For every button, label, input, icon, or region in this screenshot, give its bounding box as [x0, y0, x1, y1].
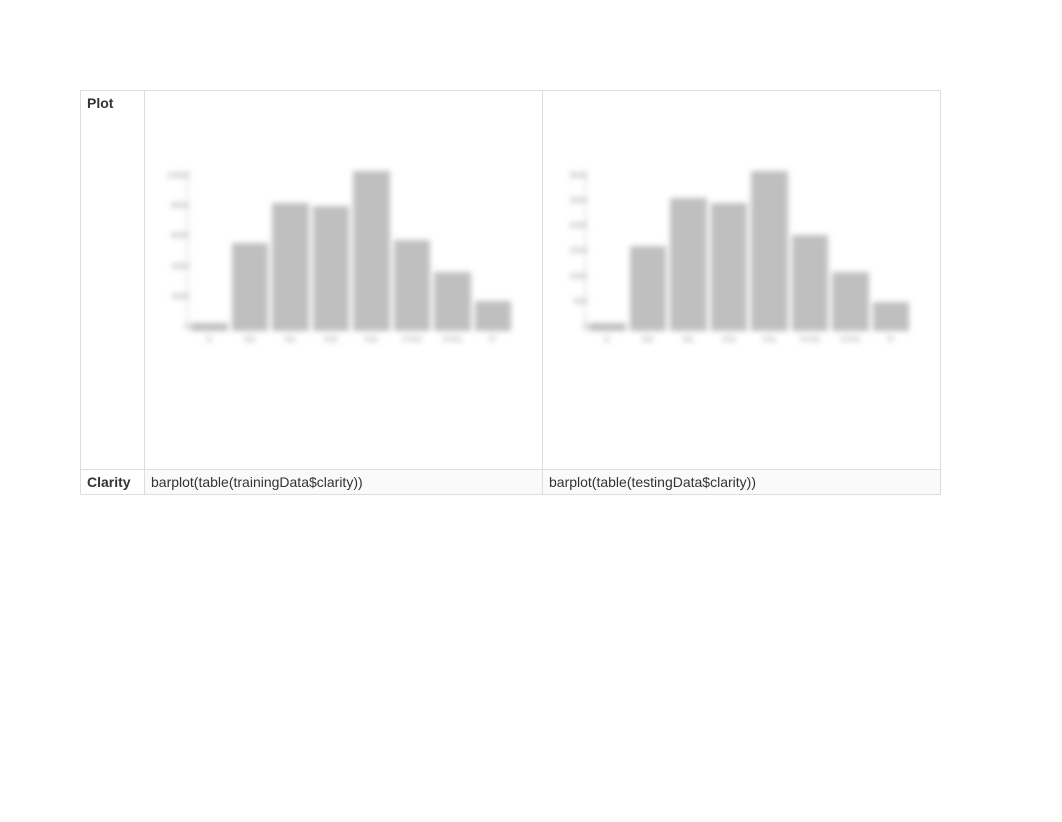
- x-tick-label: VVS1: [434, 335, 471, 344]
- y-tick-label: 6000: [167, 231, 189, 240]
- x-tick-label: VVS2: [394, 335, 431, 344]
- bar: [313, 206, 350, 331]
- x-tick-label: VS2: [711, 335, 748, 344]
- code-cell-right: barplot(table(testingData$clarity)): [543, 470, 941, 495]
- row-header-clarity: Clarity: [81, 470, 145, 495]
- bar: [353, 171, 390, 331]
- y-tick-label: 2000: [565, 221, 587, 230]
- bar: [630, 246, 667, 331]
- x-tick-label: IF: [873, 335, 910, 344]
- x-tick-label: VVS2: [792, 335, 829, 344]
- x-tick-label: I1: [191, 335, 228, 344]
- y-tick-label: 0: [565, 322, 587, 331]
- y-tick-label: 1000: [565, 272, 587, 281]
- bar: [394, 240, 431, 331]
- x-tick-label: VS1: [353, 335, 390, 344]
- y-tick-label: 2000: [167, 292, 189, 301]
- page-wrap: Plot 0200040006000800010000 I1SI2SI1VS2V…: [0, 0, 1062, 495]
- plot-table: Plot 0200040006000800010000 I1SI2SI1VS2V…: [80, 90, 941, 495]
- bar: [434, 272, 471, 331]
- x-tick-label: VVS1: [832, 335, 869, 344]
- y-tick-label: 10000: [167, 171, 189, 180]
- x-tick-label: I1: [589, 335, 626, 344]
- y-tick-label: 1500: [565, 246, 587, 255]
- y-tick-label: 4000: [167, 262, 189, 271]
- bar: [589, 323, 626, 331]
- y-tick-label: 0: [167, 322, 189, 331]
- barplot-testing: 0 500 1000 1500 2000 2500 3000 I1 SI2SI1 VS2VS1 V…: [543, 91, 940, 469]
- bar: [272, 203, 309, 331]
- x-tick-label: SI1: [272, 335, 309, 344]
- x-tick-label: VS1: [751, 335, 788, 344]
- bar: [792, 235, 829, 331]
- y-tick-label: 8000: [167, 201, 189, 210]
- bar: [711, 203, 748, 331]
- bar: [873, 302, 910, 331]
- bar: [475, 301, 512, 331]
- plot-cell-right: 0 500 1000 1500 2000 2500 3000 I1 SI2SI1 VS2VS1 V…: [543, 91, 941, 470]
- bar: [670, 198, 707, 331]
- y-tick-label: 500: [565, 297, 587, 306]
- row-header-plot: Plot: [81, 91, 145, 470]
- y-tick-label: 2500: [565, 196, 587, 205]
- x-tick-label: SI2: [232, 335, 269, 344]
- y-tick-label: 3000: [565, 171, 587, 180]
- x-tick-label: SI2: [630, 335, 667, 344]
- x-tick-label: SI1: [670, 335, 707, 344]
- bar: [232, 243, 269, 331]
- x-tick-label: VS2: [313, 335, 350, 344]
- barplot-training: 0 2000 4000 6000 8000 10000 I1 SI2SI1 VS2VS1 VVS…: [145, 91, 542, 469]
- bar: [832, 272, 869, 331]
- bar: [751, 171, 788, 331]
- plot-cell-left: 0 2000 4000 6000 8000 10000 I1 SI2SI1 VS2VS1 VVS…: [145, 91, 543, 470]
- bar: [191, 323, 228, 331]
- code-cell-left: barplot(table(trainingData$clarity)): [145, 470, 543, 495]
- x-tick-label: IF: [475, 335, 512, 344]
